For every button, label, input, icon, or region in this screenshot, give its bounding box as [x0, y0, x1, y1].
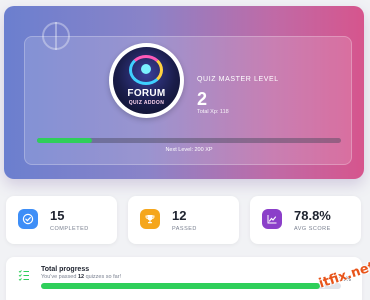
stat-card-avg-score: 78.8% AVG SCORE	[250, 196, 361, 244]
stat-value: 78.8%	[294, 208, 331, 223]
progress-subtitle: You've passed 12 quizzes so far!	[41, 274, 121, 280]
stat-value: 12	[172, 208, 187, 223]
level-label: QUIZ MASTER LEVEL	[197, 76, 279, 83]
badge-subtitle: QUIZ ADDON	[128, 100, 165, 106]
trophy-icon	[140, 209, 160, 229]
level-panel: FORUM QUIZ ADDON QUIZ MASTER LEVEL 2 Tot…	[24, 36, 352, 165]
progress-title: Total progress	[41, 266, 90, 273]
total-progress-card: Total progress You've passed 12 quizzes …	[6, 257, 362, 300]
badge-emblem: FORUM QUIZ ADDON	[113, 47, 180, 114]
badge-title: FORUM	[127, 88, 166, 99]
forum-quiz-badge: FORUM QUIZ ADDON	[109, 43, 184, 118]
level-value: 2	[197, 89, 208, 109]
next-level-text: Next Level: 200 XP	[165, 147, 213, 153]
stat-label: AVG SCORE	[294, 226, 331, 232]
total-progress-fill	[41, 283, 320, 289]
check-circle-icon	[18, 209, 38, 229]
level-progress-bar	[37, 138, 341, 143]
stat-card-completed: 15 COMPLETED	[6, 196, 117, 244]
stat-label: PASSED	[172, 226, 197, 232]
level-progress-fill	[37, 138, 92, 143]
stat-value: 15	[50, 208, 65, 223]
badge-core-icon	[141, 64, 151, 74]
total-progress-bar	[41, 283, 341, 289]
chart-trend-icon	[262, 209, 282, 229]
level-hero-card: FORUM QUIZ ADDON QUIZ MASTER LEVEL 2 Tot…	[4, 6, 364, 179]
subtitle-suffix: quizzes so far!	[84, 274, 122, 280]
subtitle-prefix: You've passed	[41, 274, 78, 280]
total-xp: Total Xp: 118	[197, 109, 229, 115]
stat-label: COMPLETED	[50, 226, 89, 232]
list-check-icon	[18, 268, 30, 281]
stat-card-passed: 12 PASSED	[128, 196, 239, 244]
